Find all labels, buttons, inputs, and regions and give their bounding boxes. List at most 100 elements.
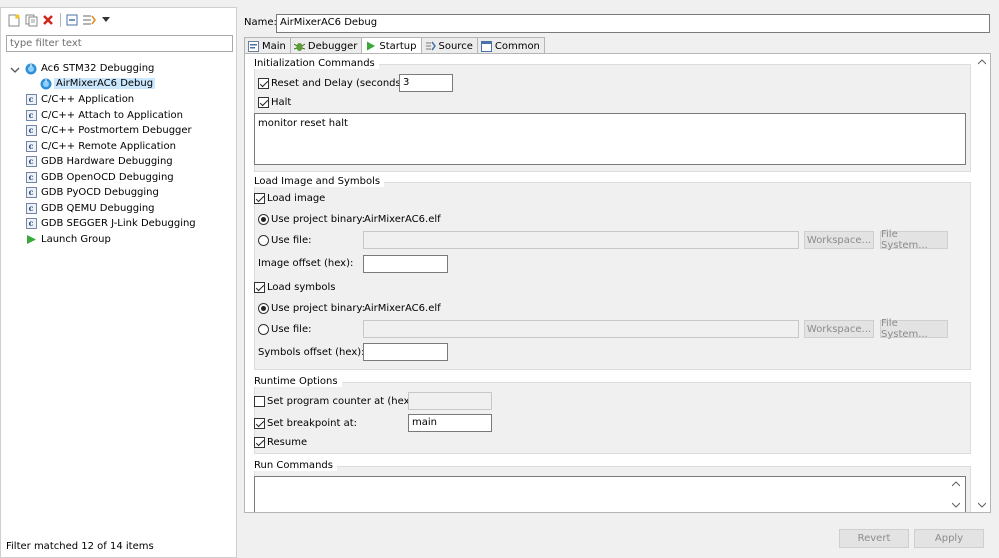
ac6-debug-icon — [25, 63, 37, 75]
apply-button[interactable]: Apply — [914, 529, 984, 548]
tab-common[interactable]: Common — [476, 37, 545, 54]
group-title: Initialization Commands — [254, 58, 379, 69]
c-file-icon: c — [25, 110, 37, 122]
symbols-filesystem-button[interactable]: File System... — [880, 318, 948, 340]
tree-item-cpp-attach[interactable]: c C/C++ Attach to Application — [25, 108, 183, 123]
use-file-label: Use file: — [271, 324, 312, 335]
launch-configurations-panel: Ac6 STM32 Debugging AirMixerAC6 Debug c … — [0, 7, 237, 558]
common-tab-icon — [480, 40, 492, 52]
image-offset-input[interactable] — [363, 255, 448, 273]
tab-debugger[interactable]: Debugger — [289, 37, 363, 54]
revert-button[interactable]: Revert — [839, 529, 909, 548]
view-menu-icon[interactable] — [98, 12, 114, 28]
tree-item-label: C/C++ Attach to Application — [41, 110, 184, 121]
run-commands-scroll-up-icon[interactable] — [952, 481, 960, 487]
use-file-label: Use file: — [271, 235, 312, 246]
startup-tab-icon — [365, 41, 376, 52]
c-file-icon: c — [25, 218, 37, 230]
new-configuration-icon[interactable] — [6, 12, 22, 28]
tree-item-label: C/C++ Application — [41, 94, 135, 105]
halt-checkbox[interactable] — [258, 97, 269, 108]
image-project-binary-value: AirMixerAC6.elf — [364, 214, 441, 225]
symbols-offset-input[interactable] — [363, 343, 448, 361]
c-file-icon: c — [25, 187, 37, 199]
init-commands-textarea[interactable]: monitor reset halt — [254, 113, 966, 165]
set-program-counter-checkbox[interactable] — [254, 396, 265, 407]
tree-item-gdb-pyocd[interactable]: c GDB PyOCD Debugging — [25, 185, 159, 200]
main-tab-icon — [248, 40, 259, 52]
tab-startup[interactable]: Startup — [361, 37, 422, 54]
image-file-input[interactable] — [363, 231, 799, 249]
symbols-use-file-radio[interactable] — [258, 324, 269, 335]
tree-item-label: GDB PyOCD Debugging — [41, 187, 159, 198]
symbols-project-binary-value: AirMixerAC6.elf — [364, 303, 441, 314]
group-title: Run Commands — [254, 460, 337, 471]
launch-config-toolbar — [6, 12, 115, 28]
collapse-all-icon[interactable] — [64, 12, 80, 28]
symbols-file-input[interactable] — [363, 320, 799, 338]
tree-item-gdb-segger-jlink[interactable]: c GDB SEGGER J-Link Debugging — [25, 216, 196, 231]
load-image-label: Load image — [267, 193, 326, 204]
symbols-workspace-button[interactable]: Workspace... — [804, 320, 874, 338]
ac6-debug-icon — [40, 78, 52, 90]
image-workspace-button[interactable]: Workspace... — [804, 231, 874, 249]
tree-item-label: GDB Hardware Debugging — [41, 156, 173, 167]
duplicate-icon[interactable] — [23, 12, 39, 28]
debugger-tab-icon — [293, 41, 305, 52]
tree-item-gdb-openocd[interactable]: c GDB OpenOCD Debugging — [25, 170, 174, 185]
run-commands-textarea[interactable] — [254, 476, 966, 512]
c-file-icon: c — [25, 94, 37, 106]
set-breakpoint-checkbox[interactable] — [254, 418, 265, 429]
tree-item-cpp-application[interactable]: c C/C++ Application — [25, 92, 134, 107]
load-image-checkbox[interactable] — [254, 193, 265, 204]
symbols-use-project-binary-radio[interactable] — [258, 303, 269, 314]
filter-status-text: Filter matched 12 of 14 items — [6, 541, 154, 552]
tree-item-launch-group[interactable]: Launch Group — [25, 232, 111, 247]
reset-delay-checkbox[interactable] — [258, 78, 269, 89]
tree-item-label: AirMixerAC6 Debug — [54, 78, 156, 89]
tree-item-cpp-postmortem[interactable]: c C/C++ Postmortem Debugger — [25, 123, 192, 138]
c-file-icon: c — [25, 203, 37, 215]
resume-label: Resume — [267, 437, 308, 448]
image-filesystem-button[interactable]: File System... — [880, 229, 948, 251]
tree-item-airmixerac6-debug[interactable]: AirMixerAC6 Debug — [40, 76, 156, 91]
chevron-down-icon[interactable] — [10, 65, 20, 75]
filter-input[interactable] — [6, 35, 233, 52]
tree-item-gdb-qemu[interactable]: c GDB QEMU Debugging — [25, 201, 155, 216]
tree-item-ac6-stm32-debugging[interactable]: Ac6 STM32 Debugging — [25, 61, 154, 76]
filter-icon[interactable] — [81, 12, 97, 28]
load-image-symbols-group — [254, 182, 971, 370]
delete-icon[interactable] — [40, 12, 56, 28]
load-symbols-checkbox[interactable] — [254, 282, 265, 293]
halt-label: Halt — [271, 97, 292, 108]
configuration-name-input[interactable]: AirMixerAC6 Debug — [276, 14, 990, 33]
breakpoint-input[interactable]: main — [408, 414, 492, 432]
tree-item-cpp-remote[interactable]: c C/C++ Remote Application — [25, 139, 176, 154]
source-tab-icon — [425, 41, 436, 52]
c-file-icon: c — [25, 141, 37, 153]
run-commands-scroll-down-icon[interactable] — [952, 502, 960, 508]
scroll-down-icon[interactable] — [978, 502, 986, 508]
tab-label: Startup — [379, 40, 417, 52]
tree-item-label: C/C++ Remote Application — [41, 141, 176, 152]
tree-item-label: C/C++ Postmortem Debugger — [41, 125, 192, 136]
resume-checkbox[interactable] — [254, 437, 265, 448]
tree-item-label: Launch Group — [41, 234, 111, 245]
runtime-options-group — [254, 382, 971, 454]
image-use-project-binary-radio[interactable] — [258, 214, 269, 225]
tree-item-gdb-hardware[interactable]: c GDB Hardware Debugging — [25, 154, 173, 169]
group-title: Load Image and Symbols — [254, 176, 385, 187]
launch-group-icon — [25, 234, 37, 246]
scroll-up-icon[interactable] — [978, 59, 986, 65]
tab-label: Common — [494, 40, 540, 52]
delay-seconds-input[interactable]: 3 — [399, 74, 453, 92]
set-breakpoint-label: Set breakpoint at: — [267, 418, 358, 429]
toolbar-separator — [60, 13, 61, 27]
image-use-file-radio[interactable] — [258, 235, 269, 246]
tree-item-label: GDB OpenOCD Debugging — [41, 172, 174, 183]
image-offset-label: Image offset (hex): — [258, 258, 354, 269]
tab-source[interactable]: Source — [420, 37, 478, 54]
program-counter-input[interactable] — [408, 392, 492, 410]
use-project-binary-label: Use project binary: — [271, 303, 366, 314]
tab-main[interactable]: Main — [244, 37, 291, 54]
